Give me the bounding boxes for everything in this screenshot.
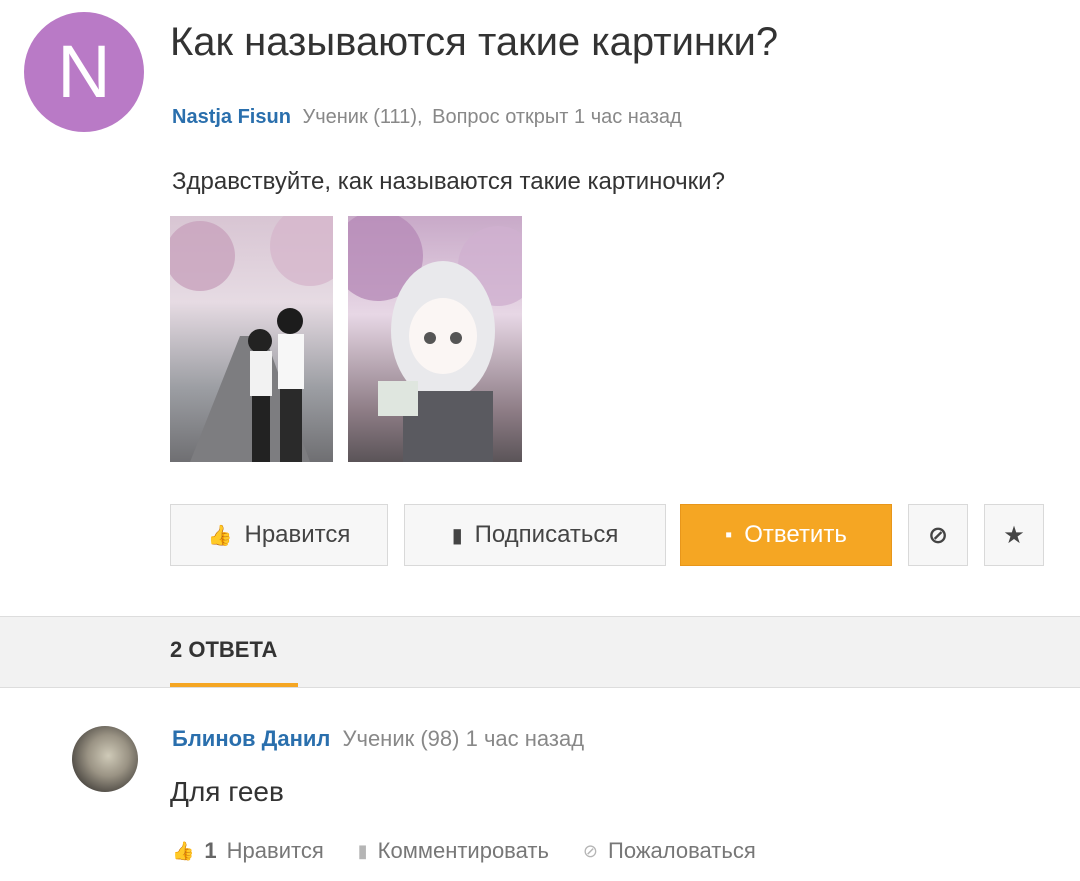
answer-time: 1 час назад	[465, 726, 585, 751]
answer-author-avatar[interactable]	[72, 726, 138, 792]
question-title: Как называются такие картинки?	[170, 20, 779, 64]
report-icon: ⊘	[582, 840, 599, 861]
report-label: Пожаловаться	[608, 838, 756, 863]
thumbs-up-icon: 👍	[172, 840, 195, 861]
answer-meta: Блинов Данил Ученик (98) 1 час назад	[172, 726, 584, 752]
question-author-avatar[interactable]: N	[24, 12, 144, 132]
answer-button[interactable]: ▪ Ответить	[680, 504, 892, 566]
bookmark-icon: ▮	[451, 524, 463, 547]
star-icon: ★	[1003, 521, 1025, 549]
answer-body: Для геев	[170, 776, 284, 807]
comment-label: Комментировать	[377, 838, 549, 863]
answer-button-label: Ответить	[744, 521, 847, 548]
block-button[interactable]: ⊘	[908, 504, 968, 566]
answers-tab-bar	[0, 616, 1080, 688]
question-status: Вопрос открыт 1 час назад	[432, 106, 682, 128]
anime-couple-picture[interactable]	[170, 216, 333, 462]
favorite-button[interactable]: ★	[984, 504, 1044, 566]
tab-answers[interactable]: 2 ОТВЕТА	[170, 637, 277, 663]
comment-icon: ▪	[725, 523, 733, 546]
tab-active-indicator	[170, 683, 298, 687]
thumbs-up-icon: 👍	[207, 524, 233, 547]
answer-like-label: Нравится	[226, 838, 324, 863]
question-body: Здравствуйте, как называются такие карти…	[172, 168, 725, 195]
question-meta: Nastja Fisun Ученик (111), Вопрос открыт…	[172, 106, 682, 129]
answer-author-link[interactable]: Блинов Данил	[172, 726, 330, 751]
like-button[interactable]: 👍 Нравится	[170, 504, 388, 566]
comment-button[interactable]: ▮ Комментировать	[358, 838, 549, 864]
anime-girl-picture[interactable]	[348, 216, 522, 462]
like-button-label: Нравится	[244, 521, 351, 548]
subscribe-button[interactable]: ▮ Подписаться	[404, 504, 666, 566]
block-icon: ⊘	[927, 521, 949, 549]
answer-like-count: 1	[204, 838, 217, 863]
answer-actions: 👍 1 Нравится ▮ Комментировать ⊘ Пожалова…	[172, 838, 756, 864]
question-author-link[interactable]: Nastja Fisun	[172, 106, 291, 128]
answer-like-button[interactable]: 👍 1 Нравится	[172, 838, 324, 864]
question-author-rank: Ученик (111),	[302, 106, 423, 128]
report-button[interactable]: ⊘ Пожаловаться	[583, 838, 756, 864]
answer-author-rank: Ученик (98)	[342, 726, 460, 751]
subscribe-button-label: Подписаться	[474, 521, 619, 548]
comment-icon: ▮	[357, 840, 368, 861]
